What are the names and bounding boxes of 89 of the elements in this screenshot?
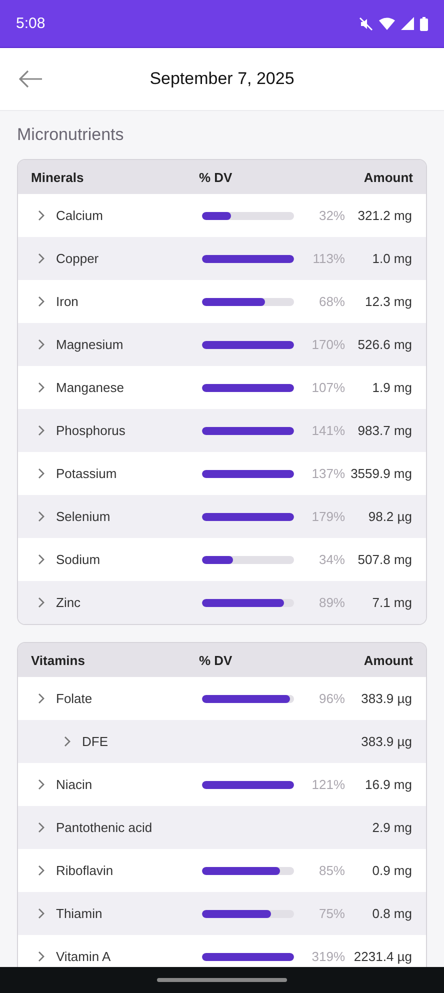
nutrient-name: Folate bbox=[56, 691, 92, 706]
chevron-icon[interactable] bbox=[38, 822, 45, 833]
nutrient-row[interactable]: Zinc 89% 7.1 mg bbox=[18, 581, 426, 624]
chevron-icon[interactable] bbox=[38, 779, 45, 790]
nutrient-name: Thiamin bbox=[56, 906, 102, 921]
chevron-icon[interactable] bbox=[38, 951, 45, 962]
nutrient-row[interactable]: Phosphorus 141% 983.7 mg bbox=[18, 409, 426, 452]
amount-value: 0.8 mg bbox=[371, 906, 413, 921]
chevron-icon[interactable] bbox=[64, 736, 71, 747]
section-title: Micronutrients bbox=[17, 125, 125, 145]
amount-value: 983.7 mg bbox=[356, 423, 413, 438]
amount-value: 2.9 mg bbox=[371, 820, 413, 835]
amount-value: 1.9 mg bbox=[371, 380, 413, 395]
nutrient-name: Potassium bbox=[56, 466, 117, 481]
amount-value: 3559.9 mg bbox=[350, 466, 413, 481]
clock: 5:08 bbox=[16, 15, 46, 32]
column-header: Vitamins bbox=[31, 652, 86, 668]
column-header: % DV bbox=[199, 170, 234, 184]
amount-value: 7.1 mg bbox=[371, 595, 413, 610]
chevron-icon[interactable] bbox=[38, 253, 45, 264]
percent-value: 34% bbox=[318, 552, 345, 567]
chevron-icon[interactable] bbox=[38, 210, 45, 221]
amount-value: 98.2 µg bbox=[367, 509, 413, 524]
chevron-icon[interactable] bbox=[38, 382, 45, 393]
battery-icon bbox=[420, 16, 428, 30]
signal-icon bbox=[401, 17, 414, 30]
column-header: % DV bbox=[199, 652, 234, 668]
percent-value: 121% bbox=[310, 777, 345, 792]
column-header: Minerals bbox=[31, 170, 85, 184]
nutrient-name: Phosphorus bbox=[56, 423, 126, 438]
nutrient-row[interactable]: Selenium 179% 98.2 µg bbox=[18, 495, 426, 538]
percent-value: 89% bbox=[318, 595, 345, 610]
amount-value: 0.9 mg bbox=[371, 863, 413, 878]
percent-value: 179% bbox=[310, 509, 345, 524]
nutrient-name: Sodium bbox=[56, 552, 100, 567]
chevron-icon[interactable] bbox=[38, 339, 45, 350]
nutrient-row[interactable]: Copper 113% 1.0 mg bbox=[18, 237, 426, 280]
percent-value: 85% bbox=[318, 863, 345, 878]
page-title: September 7, 2025 bbox=[150, 69, 294, 89]
chevron-icon[interactable] bbox=[38, 468, 45, 479]
chevron-icon[interactable] bbox=[38, 511, 45, 522]
nutrient-row[interactable]: DFE 383.9 µg bbox=[18, 720, 426, 763]
nutrient-name: Riboflavin bbox=[56, 863, 114, 878]
percent-value: 68% bbox=[318, 294, 345, 309]
chevron-icon[interactable] bbox=[38, 693, 45, 704]
nutrient-row[interactable]: Magnesium 170% 526.6 mg bbox=[18, 323, 426, 366]
nutrient-name: DFE bbox=[82, 734, 108, 749]
nutrient-name: Manganese bbox=[56, 380, 124, 395]
nutrient-name: Selenium bbox=[56, 509, 110, 524]
percent-value: 137% bbox=[310, 466, 345, 481]
amount-value: 507.8 mg bbox=[356, 552, 413, 567]
percent-value: 141% bbox=[310, 423, 345, 438]
nutrient-name: Copper bbox=[56, 251, 99, 266]
mute-icon bbox=[359, 16, 373, 30]
amount-value: 383.9 µg bbox=[360, 691, 413, 706]
nutrient-name: Calcium bbox=[56, 208, 103, 223]
nutrient-name: Magnesium bbox=[56, 337, 124, 352]
nutrient-name: Iron bbox=[56, 294, 78, 309]
amount-value: 1.0 mg bbox=[371, 251, 413, 266]
chevron-icon[interactable] bbox=[38, 908, 45, 919]
percent-value: 75% bbox=[318, 906, 345, 921]
column-header: Amount bbox=[364, 652, 413, 668]
percent-value: 113% bbox=[312, 251, 345, 266]
chevron-icon[interactable] bbox=[38, 296, 45, 307]
chevron-icon[interactable] bbox=[38, 597, 45, 608]
chevron-icon[interactable] bbox=[38, 554, 45, 565]
amount-value: 12.3 mg bbox=[364, 294, 413, 309]
nutrient-name: Vitamin A bbox=[56, 949, 111, 964]
percent-value: 319% bbox=[310, 949, 345, 964]
amount-value: 321.2 mg bbox=[356, 208, 413, 223]
nutrient-row[interactable]: Thiamin 75% 0.8 mg bbox=[18, 892, 426, 935]
amount-value: 16.9 mg bbox=[364, 777, 413, 792]
chevron-icon[interactable] bbox=[38, 865, 45, 876]
percent-value: 32% bbox=[318, 208, 345, 223]
nutrient-name: Niacin bbox=[56, 777, 92, 792]
back-icon[interactable] bbox=[19, 70, 43, 88]
amount-value: 383.9 µg bbox=[360, 734, 413, 749]
nutrient-name: Zinc bbox=[56, 595, 81, 610]
nutrient-name: Pantothenic acid bbox=[56, 820, 152, 835]
percent-value: 170% bbox=[310, 337, 345, 352]
amount-value: 526.6 mg bbox=[356, 337, 413, 352]
wifi-icon bbox=[379, 17, 395, 30]
nutrient-row[interactable]: Pantothenic acid 2.9 mg bbox=[18, 806, 426, 849]
column-header: Amount bbox=[364, 170, 413, 184]
amount-value: 2231.4 µg bbox=[352, 949, 413, 964]
chevron-icon[interactable] bbox=[38, 425, 45, 436]
home-handle[interactable] bbox=[157, 978, 287, 982]
percent-value: 96% bbox=[318, 691, 345, 706]
percent-value: 107% bbox=[310, 380, 345, 395]
